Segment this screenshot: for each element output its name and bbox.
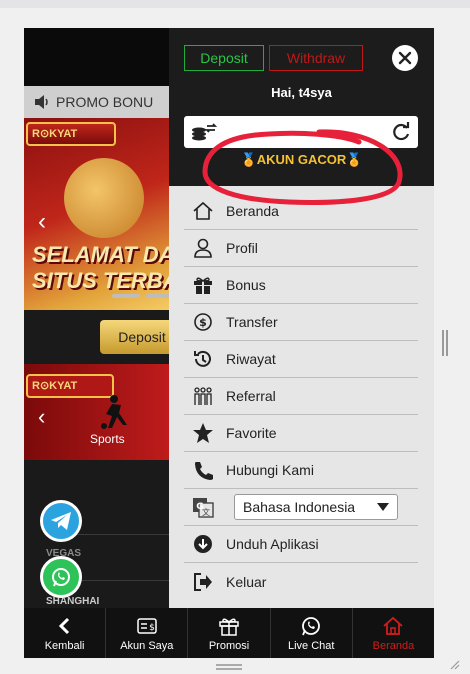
history-icon [194, 350, 211, 367]
star-icon [193, 423, 213, 443]
menu-label: Referral [226, 388, 276, 404]
soccer-player-icon [101, 395, 127, 429]
menu-item-language: G文 Bahasa Indonesia [184, 489, 418, 526]
sports-category-tile[interactable]: R⊙KYAT ‹ Sports [24, 364, 184, 460]
chevron-left-icon [58, 617, 69, 634]
menu-item-transfer[interactable]: $ Transfer [184, 304, 418, 341]
nav-kembali[interactable]: Kembali [24, 608, 107, 658]
promo-banner[interactable]: R⊙KYAT ‹ SELAMAT DA SITUS TERBA [24, 118, 184, 310]
menu-label: Hubungi Kami [226, 462, 314, 478]
menu-item-hubungi-kami[interactable]: Hubungi Kami [184, 452, 418, 489]
menu-label: Keluar [226, 573, 267, 590]
mobile-viewport: PROMO BONU R⊙KYAT ‹ SELAMAT DA SITUS TER… [24, 28, 434, 658]
svg-text:$: $ [149, 623, 155, 633]
sports-prev-arrow-icon[interactable]: ‹ [38, 404, 45, 430]
nav-live-chat[interactable]: Live Chat [271, 608, 353, 658]
gift-icon [219, 618, 239, 636]
home-icon [193, 201, 213, 220]
menu-item-profil[interactable]: Profil [184, 230, 418, 267]
scrollbar-handle[interactable] [442, 330, 448, 356]
caret-down-icon [377, 503, 389, 511]
telegram-button[interactable] [40, 500, 82, 542]
browser-top-strip [0, 0, 470, 8]
menu-label: Unduh Aplikasi [226, 536, 319, 552]
whatsapp-icon [302, 616, 321, 635]
deposit-button[interactable]: Deposit [184, 45, 264, 71]
wallet-icon: $ [137, 617, 157, 634]
people-icon [194, 387, 212, 405]
nav-beranda[interactable]: Beranda [353, 608, 434, 658]
svg-text:文: 文 [202, 507, 210, 517]
banner-title: SELAMAT DA SITUS TERBA [32, 242, 179, 293]
menu-label: Transfer [226, 314, 278, 330]
speaker-icon [35, 95, 48, 109]
menu-label: Bonus [226, 277, 266, 293]
translate-icon: G文 [193, 498, 214, 518]
drawer-header: Deposit Withdraw Hai, t4sya 🏅AKUN GACOR🏅 [169, 28, 434, 205]
bottom-navigation: Kembali $ Akun Saya Promosi Live Chat Be… [24, 608, 434, 658]
logout-icon [194, 572, 212, 591]
brand-logo: R⊙KYAT [26, 122, 116, 146]
resize-grip-icon[interactable] [448, 658, 460, 670]
close-icon [398, 51, 412, 65]
phone-icon [195, 462, 213, 480]
menu-item-favorite[interactable]: Favorite [184, 415, 418, 452]
nav-akun-saya[interactable]: $ Akun Saya [106, 608, 189, 658]
menu-label: Riwayat [226, 351, 276, 367]
banner-prev-arrow-icon[interactable]: ‹ [38, 208, 46, 236]
banner-mascot-image [64, 158, 144, 238]
telegram-icon [51, 512, 71, 530]
sports-label: Sports [90, 432, 125, 446]
withdraw-button[interactable]: Withdraw [269, 45, 363, 71]
whatsapp-button[interactable] [40, 556, 82, 598]
close-drawer-button[interactable] [392, 45, 418, 71]
svg-text:$: $ [199, 316, 207, 329]
menu-item-referral[interactable]: Referral [184, 378, 418, 415]
menu-label: Profil [226, 240, 258, 256]
gift-icon [194, 277, 212, 294]
user-icon [194, 238, 212, 258]
whatsapp-icon [52, 568, 70, 587]
menu-item-keluar[interactable]: Keluar [184, 563, 418, 600]
language-select[interactable]: Bahasa Indonesia [234, 494, 398, 520]
menu-label: Favorite [226, 425, 277, 441]
side-menu-text: SHANGHAI [46, 596, 100, 607]
drawer-menu: Beranda Profil Bonus $ Transfer Riwayat … [184, 193, 418, 600]
menu-item-bonus[interactable]: Bonus [184, 267, 418, 304]
download-icon [194, 535, 212, 553]
banner-pagination[interactable] [112, 294, 174, 298]
menu-item-unduh-aplikasi[interactable]: Unduh Aplikasi [184, 526, 418, 563]
bottom-grip[interactable] [216, 664, 242, 670]
menu-label: Beranda [226, 203, 279, 219]
language-selected-value: Bahasa Indonesia [243, 499, 356, 515]
menu-item-riwayat[interactable]: Riwayat [184, 341, 418, 378]
side-drawer: Deposit Withdraw Hai, t4sya 🏅AKUN GACOR🏅… [169, 28, 434, 608]
promo-marquee: PROMO BONU [24, 86, 184, 118]
nav-promosi[interactable]: Promosi [188, 608, 271, 658]
transfer-icon: $ [194, 313, 212, 331]
promo-label: PROMO BONU [56, 94, 154, 110]
menu-item-beranda[interactable]: Beranda [184, 193, 418, 230]
user-greeting: Hai, t4sya [271, 85, 332, 100]
home-icon [383, 616, 404, 635]
